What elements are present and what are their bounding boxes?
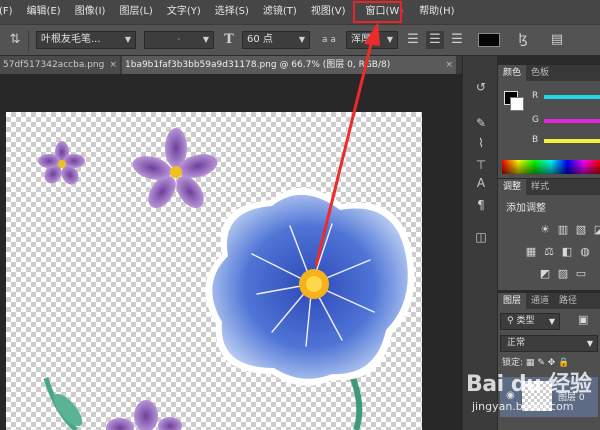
watermark-url: jingyan.baidu.com	[472, 400, 574, 413]
adjustments-title: 添加调整	[506, 203, 546, 214]
background-color[interactable]	[510, 97, 524, 111]
invert-icon[interactable]: ◩	[538, 267, 552, 281]
tab-color[interactable]: 颜色	[498, 65, 527, 81]
adjustments-panel-tabs: 调整 样式	[498, 179, 600, 195]
layer-filter-value: 类型	[516, 316, 535, 326]
tab-styles[interactable]: 样式	[526, 179, 554, 195]
tab-adjustments[interactable]: 调整	[498, 179, 527, 195]
blend-mode-value: 正常	[507, 338, 526, 348]
history-icon[interactable]: ↺	[471, 78, 491, 96]
layers-panel-tabs: 图层 通道 路径	[498, 293, 600, 309]
color-panel: 颜色 色板 R G B	[498, 64, 600, 178]
levels-icon[interactable]: ▥	[556, 223, 570, 237]
channel-bar	[544, 119, 600, 123]
gradient-map-icon[interactable]: ▭	[574, 267, 588, 281]
watermark-logo: Bai du 经验	[466, 372, 592, 397]
curves-icon[interactable]: ▧	[574, 223, 588, 237]
slider-b[interactable]: B	[532, 135, 600, 147]
color-spectrum[interactable]	[502, 160, 600, 174]
tab-paths[interactable]: 路径	[554, 293, 582, 309]
layer-filter-select[interactable]: ⚲ 类型 ▼	[500, 313, 560, 330]
brightness-icon[interactable]: ☀	[538, 223, 552, 237]
photo-filter-icon[interactable]: ◍	[578, 245, 592, 259]
blend-mode-select[interactable]: 正常 ▼	[500, 335, 598, 352]
channel-label: R	[532, 91, 539, 101]
channel-label: B	[532, 135, 539, 145]
tab-channels[interactable]: 通道	[526, 293, 554, 309]
brush-icon[interactable]: ⌇	[471, 134, 491, 152]
tab-swatches[interactable]: 色板	[526, 65, 554, 81]
character-icon[interactable]: A	[471, 174, 491, 192]
layer-comps-icon[interactable]: ◫	[471, 228, 491, 246]
baidu-watermark: Bai du 经验 jingyan.baidu.com	[458, 360, 600, 430]
channel-label: G	[532, 115, 539, 125]
color-panel-tabs: 颜色 色板	[498, 65, 600, 81]
chevron-down-icon: ▼	[586, 339, 593, 348]
paragraph-icon[interactable]: ¶	[471, 196, 491, 214]
chevron-down-icon: ▼	[548, 317, 555, 326]
slider-r[interactable]: R	[532, 91, 600, 103]
hue-sat-icon[interactable]: ▦	[524, 245, 538, 259]
bw-icon[interactable]: ◧	[560, 245, 574, 259]
properties-icon[interactable]: ✎	[471, 114, 491, 132]
channel-bar	[544, 139, 600, 143]
posterize-icon[interactable]: ▨	[556, 267, 570, 281]
tab-layers[interactable]: 图层	[498, 293, 527, 309]
exposure-icon[interactable]: ◪	[592, 223, 600, 237]
adjustments-panel: 调整 样式 添加调整 ☀ ▥ ▧ ◪ ▦ ⚖ ◧ ◍ ◩ ▨ ▭	[498, 178, 600, 290]
filter-image-icon[interactable]: ▣	[578, 313, 588, 326]
slider-g[interactable]: G	[532, 115, 600, 127]
color-balance-icon[interactable]: ⚖	[542, 245, 556, 259]
channel-bar	[544, 95, 600, 99]
brush-presets-icon[interactable]: ⊤	[471, 156, 491, 174]
